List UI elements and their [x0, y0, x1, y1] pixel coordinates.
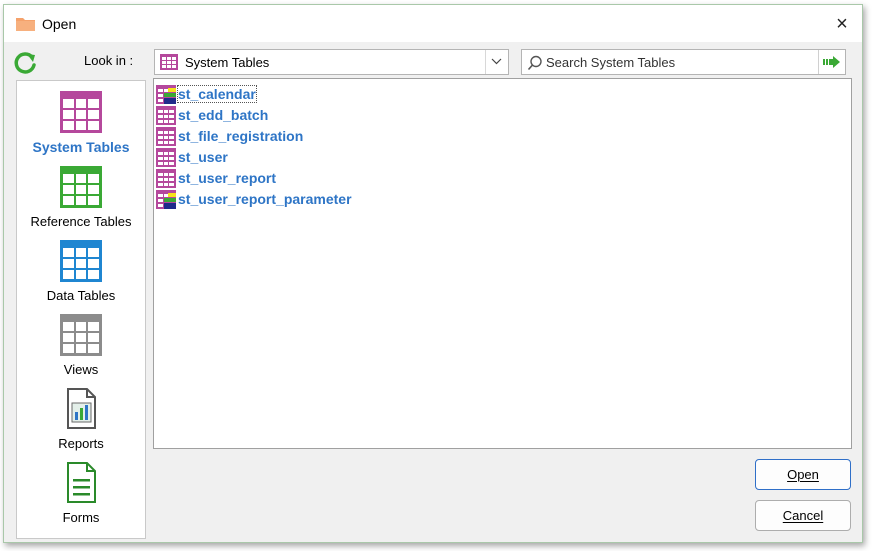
search-input[interactable]	[546, 52, 814, 72]
refresh-icon[interactable]	[10, 49, 40, 79]
chevron-down-icon	[491, 58, 502, 65]
look-in-value: System Tables	[185, 55, 270, 70]
file-list: st_calendar st_edd_batch st_file_registr…	[153, 78, 852, 449]
system-table-icon	[156, 106, 176, 125]
place-label: Reports	[58, 436, 104, 451]
search-icon	[527, 55, 542, 71]
views-icon	[60, 314, 102, 356]
file-name: st_calendar	[177, 85, 257, 103]
file-name: st_edd_batch	[178, 107, 269, 123]
cancel-button[interactable]: Cancel	[755, 500, 851, 531]
look-in-label: Look in :	[84, 53, 134, 68]
place-forms[interactable]: Forms	[17, 462, 145, 525]
system-table-icon	[156, 148, 176, 167]
place-system-tables[interactable]: System Tables	[17, 91, 145, 155]
place-label: Views	[63, 362, 99, 377]
place-label: Data Tables	[46, 288, 116, 303]
open-button[interactable]: Open	[755, 459, 851, 490]
search-box[interactable]	[521, 49, 846, 75]
dropdown-toggle[interactable]	[485, 50, 508, 74]
system-table-icon	[156, 169, 176, 188]
folder-icon	[16, 18, 35, 31]
place-reports[interactable]: Reports	[17, 388, 145, 451]
place-data-tables[interactable]: Data Tables	[17, 240, 145, 303]
table-multi-icon	[156, 190, 176, 209]
place-label: System Tables	[32, 139, 130, 155]
place-reference-tables[interactable]: Reference Tables	[17, 166, 145, 229]
table-multi-icon	[156, 85, 176, 104]
open-dialog: Open × Look in : System Tables Search Sy…	[3, 4, 863, 543]
system-table-icon	[156, 127, 176, 146]
window-title: Open	[42, 16, 77, 32]
file-name: st_file_registration	[178, 128, 304, 144]
place-label: Reference Tables	[30, 214, 132, 229]
look-in-dropdown[interactable]: System Tables	[154, 49, 509, 75]
search-go-button[interactable]	[818, 50, 845, 74]
reports-icon	[67, 388, 96, 429]
file-name: st_user	[178, 149, 228, 165]
arrow-right-icon	[823, 56, 840, 68]
system-tables-icon	[60, 91, 102, 133]
data-tables-icon	[60, 240, 102, 282]
reference-tables-icon	[60, 166, 102, 208]
system-table-icon	[160, 54, 178, 70]
title-bar: Open ×	[4, 5, 862, 42]
close-button[interactable]: ×	[827, 13, 857, 35]
forms-icon	[67, 462, 96, 503]
place-views[interactable]: Views	[17, 314, 145, 377]
file-name: st_user_report	[178, 170, 277, 186]
place-label: Forms	[62, 510, 100, 525]
places-sidebar: System Tables Reference Tables Data Tabl…	[16, 80, 146, 539]
file-name: st_user_report_parameter	[178, 191, 352, 207]
